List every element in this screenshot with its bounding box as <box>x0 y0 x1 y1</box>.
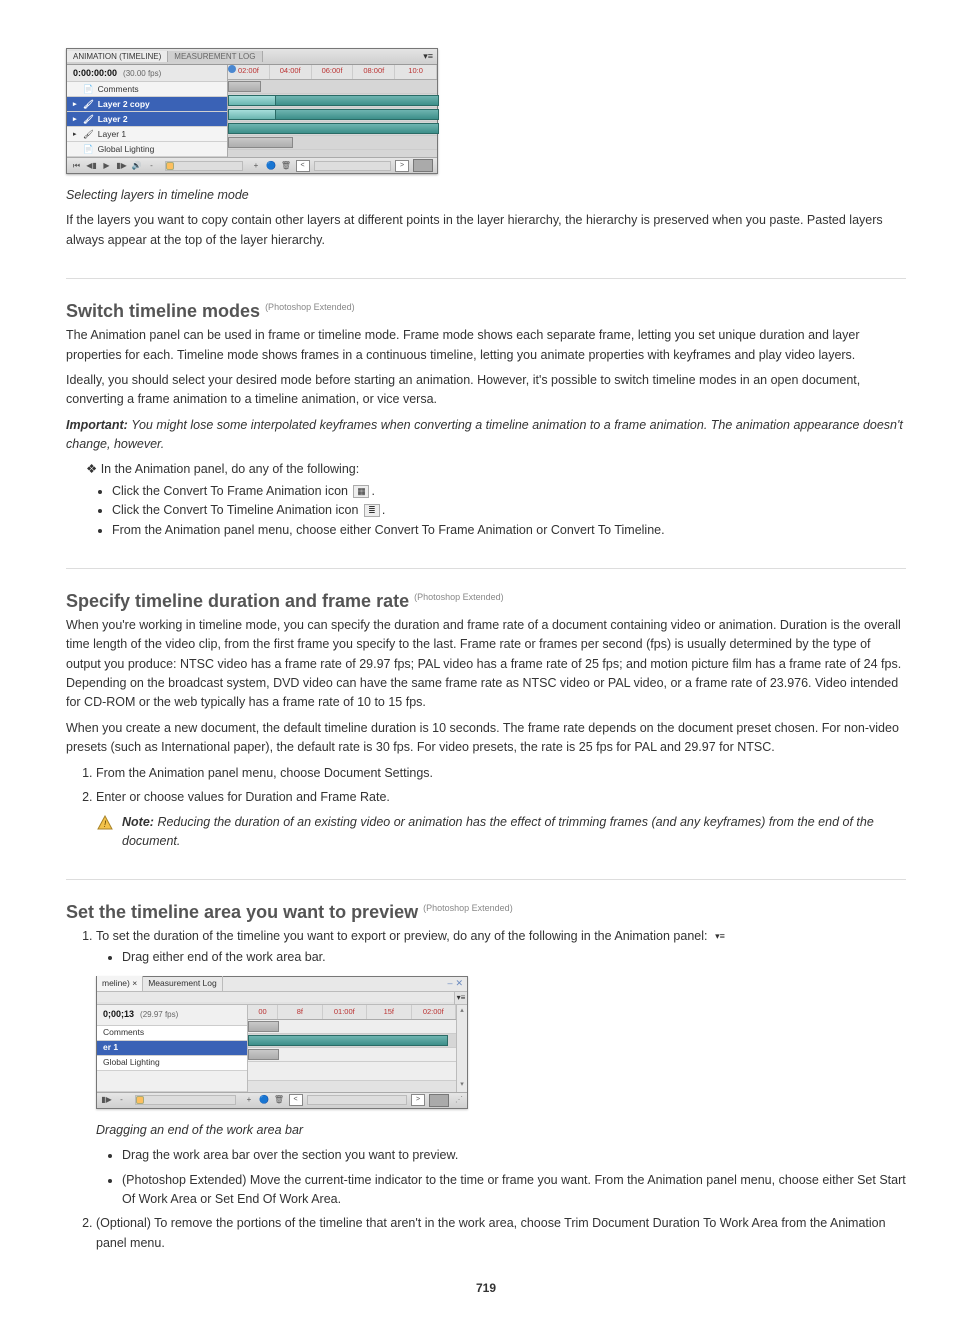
step-item: Enter or choose values for Duration and … <box>96 788 906 807</box>
list-item: From the Animation panel menu, choose ei… <box>112 521 906 540</box>
panel-menu-inline-icon: ▾≡ <box>713 931 727 942</box>
timecode-value[interactable]: 0:00:00:00 <box>73 68 117 78</box>
zoom-out-icon-2[interactable]: - <box>116 1094 127 1106</box>
audio-icon[interactable]: 🔊 <box>131 161 142 170</box>
row2-layer1[interactable]: er 1 <box>97 1041 247 1056</box>
minimize-icon[interactable]: – <box>447 977 452 991</box>
bullet-lead: ❖ In the Animation panel, do any of the … <box>86 460 906 540</box>
timecode-row: 0:00:00:00 (30.00 fps) <box>67 65 227 82</box>
convert-timeline-icon: ≣ <box>364 504 380 517</box>
convert-mode-icon-2[interactable] <box>429 1094 449 1107</box>
step-item: To set the duration of the timeline you … <box>96 927 906 1210</box>
body-text: Ideally, you should select your desired … <box>66 371 906 410</box>
row2-global-lighting: Global Lighting <box>97 1056 247 1071</box>
step-item: From the Animation panel menu, choose Do… <box>96 764 906 783</box>
zoom-out-icon[interactable]: - <box>146 161 157 170</box>
body-text: The Animation panel can be used in frame… <box>66 326 906 365</box>
list-item: Drag the work area bar over the section … <box>122 1146 906 1165</box>
next-frame-icon[interactable]: ▮▶ <box>116 161 127 170</box>
step-item: (Optional) To remove the portions of the… <box>96 1214 906 1253</box>
heading-set-preview-area: Set the timeline area you want to previe… <box>66 902 906 923</box>
body-text: When you create a new document, the defa… <box>66 719 906 758</box>
row2-comments: Comments <box>97 1026 247 1041</box>
figure-caption: Selecting layers in timeline mode <box>66 186 906 205</box>
fps-value-2: (29.97 fps) <box>140 1009 178 1021</box>
row-layer1[interactable]: ▸🖌Layer 1 <box>67 127 227 142</box>
delete-icon[interactable]: 🗑 <box>281 161 292 170</box>
timecode-value-2[interactable]: 0;00;13 <box>103 1008 134 1022</box>
row-global-lighting: 📄Global Lighting <box>67 142 227 157</box>
heading-switch-modes: Switch timeline modes (Photoshop Extende… <box>66 301 906 322</box>
tab-measurement-log-2[interactable]: Measurement Log <box>143 976 223 991</box>
timeline-ruler[interactable]: 02:00f 04:00f 06:00f 08:00f 10:0 <box>228 65 437 80</box>
cti-playhead[interactable] <box>228 65 236 73</box>
close-icon[interactable]: ✕ <box>455 977 463 991</box>
v-scrollbar[interactable]: ▴▾ <box>456 1005 467 1092</box>
list-item: Click the Convert To Frame Animation ico… <box>112 482 906 501</box>
resize-grip-icon[interactable]: ⋰ <box>453 1094 463 1106</box>
separator <box>66 879 906 880</box>
separator <box>66 278 906 279</box>
zoom-in-icon[interactable]: + <box>251 161 262 170</box>
h-scrollbar[interactable] <box>314 161 392 171</box>
onion-skin-icon[interactable]: 🔵 <box>266 161 277 170</box>
panel-menu-icon-2[interactable]: ▾≡ <box>454 992 467 1004</box>
next-frame-icon-2[interactable]: ▮▶ <box>101 1094 112 1106</box>
play-icon[interactable]: ▶ <box>101 161 112 170</box>
row-comments: 📄Comments <box>67 82 227 97</box>
important-note: Important: You might lose some interpola… <box>66 416 906 455</box>
zoom-in-icon-2[interactable]: + <box>244 1094 255 1106</box>
tab-timeline-fragment[interactable]: meline) × <box>97 976 143 991</box>
panel-tabs: ANIMATION (TIMELINE) MEASUREMENT LOG ▾≡ <box>67 49 437 65</box>
timeline-ruler-2[interactable]: 00 8f 01:00f 15f 02:00f <box>248 1005 456 1020</box>
work-area-panel-figure: meline) × Measurement Log –✕ ▾≡ 0;00;13 … <box>96 976 468 1109</box>
rewind-icon[interactable]: ⏮ <box>71 161 82 171</box>
scroll-right-icon[interactable]: > <box>395 160 409 172</box>
list-item: (Photoshop Extended) Move the current-ti… <box>122 1171 906 1210</box>
convert-mode-icon[interactable] <box>413 159 433 172</box>
body-text: If the layers you want to copy contain o… <box>66 211 906 250</box>
prev-frame-icon[interactable]: ◀▮ <box>86 161 97 170</box>
row-layer2copy[interactable]: ▸🖌Layer 2 copy <box>67 97 227 112</box>
tab-animation-timeline[interactable]: ANIMATION (TIMELINE) <box>67 51 168 62</box>
fps-value: (30.00 fps) <box>123 69 161 78</box>
panel-menu-icon[interactable]: ▾≡ <box>419 51 437 62</box>
page-number: 719 <box>66 1281 906 1295</box>
scroll-right-icon-2[interactable]: > <box>411 1094 425 1106</box>
delete-icon-2[interactable]: 🗑 <box>274 1094 285 1106</box>
separator <box>66 568 906 569</box>
list-item: Drag either end of the work area bar. <box>122 948 906 967</box>
list-item: Click the Convert To Timeline Animation … <box>112 501 906 520</box>
row-layer2[interactable]: ▸🖌Layer 2 <box>67 112 227 127</box>
h-scrollbar-2[interactable] <box>307 1095 408 1105</box>
convert-frames-icon: ▦ <box>353 485 369 498</box>
body-text: When you're working in timeline mode, yo… <box>66 616 906 713</box>
figure-caption-2: Dragging an end of the work area bar <box>96 1121 906 1140</box>
note-icon: ! <box>96 813 114 851</box>
zoom-slider-2[interactable] <box>135 1095 236 1105</box>
onion-skin-icon-2[interactable]: 🔵 <box>259 1094 270 1106</box>
scroll-left-icon[interactable]: < <box>296 160 310 172</box>
note-block: ! Note: Reducing the duration of an exis… <box>96 813 906 851</box>
scroll-left-icon-2[interactable]: < <box>289 1094 303 1106</box>
heading-duration-framerate: Specify timeline duration and frame rate… <box>66 591 906 612</box>
tab-measurement-log[interactable]: MEASUREMENT LOG <box>168 51 262 62</box>
animation-panel-figure: ANIMATION (TIMELINE) MEASUREMENT LOG ▾≡ … <box>66 48 438 174</box>
panel-footer-controls: ⏮ ◀▮ ▶ ▮▶ 🔊 - + 🔵 🗑 < > <box>67 157 437 173</box>
zoom-slider[interactable] <box>165 161 243 171</box>
